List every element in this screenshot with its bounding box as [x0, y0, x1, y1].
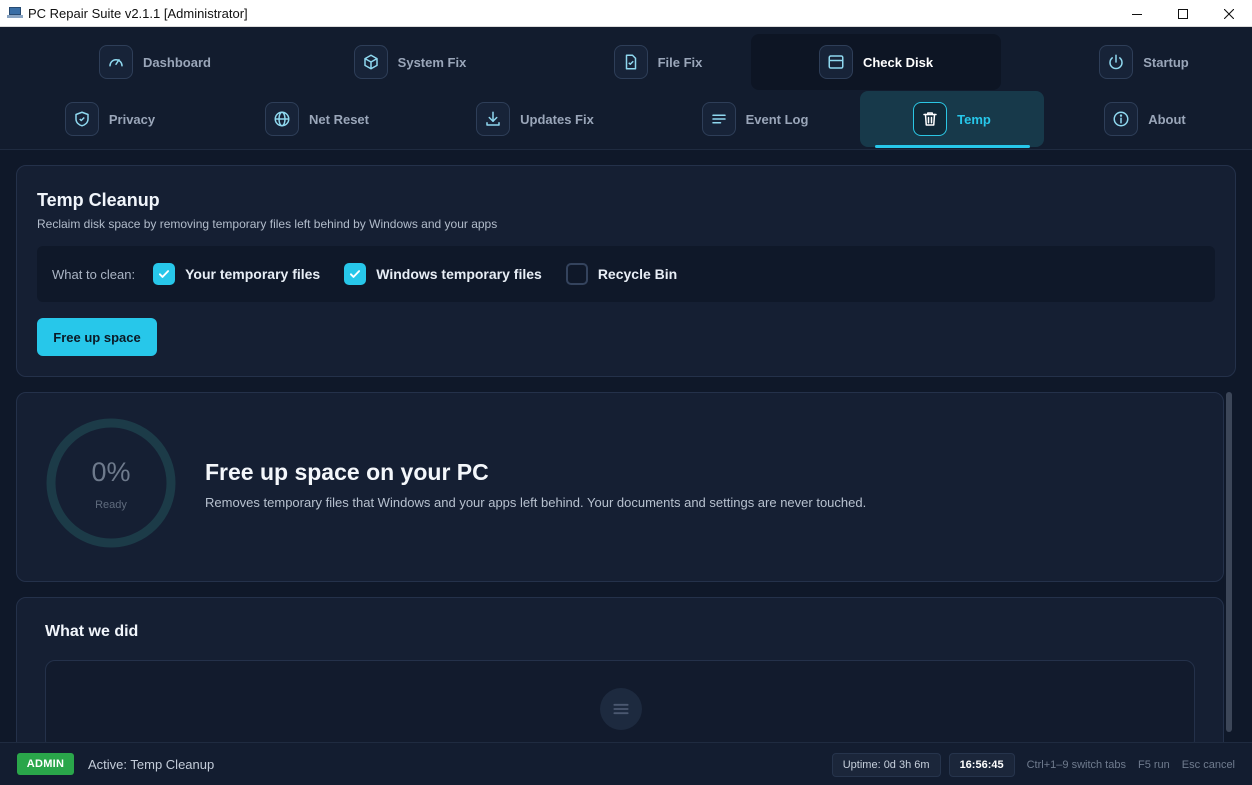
uptime-display: Uptime: 0d 3h 6m: [831, 752, 941, 777]
download-icon: [476, 102, 511, 136]
tab-label: Startup: [1143, 54, 1189, 70]
tab-label: Updates Fix: [520, 111, 594, 127]
tab-net-reset[interactable]: Net Reset: [252, 91, 382, 147]
info-icon: [1104, 102, 1139, 136]
cube-icon: [353, 45, 388, 79]
active-section: Active: Temp Cleanup: [88, 756, 215, 772]
file-check-icon: [613, 45, 648, 79]
checkbox-windows-temp-files[interactable]: Windows temporary files: [344, 263, 542, 285]
minimize-button[interactable]: [1114, 0, 1160, 27]
checkbox-label: Recycle Bin: [597, 266, 678, 282]
progress-ring: 0% Ready: [45, 417, 177, 549]
tab-label: Check Disk: [862, 54, 934, 70]
tab-label: Event Log: [745, 111, 809, 127]
maximize-button[interactable]: [1160, 0, 1206, 27]
tab-label: Dashboard: [143, 54, 211, 70]
cleanup-card: Temp Cleanup Reclaim disk space by remov…: [16, 165, 1236, 377]
checkbox-box[interactable]: [565, 263, 588, 285]
tab-updates-fix[interactable]: Updates Fix: [465, 91, 605, 147]
status-bar: ADMIN Active: Temp Cleanup Uptime: 0d 3h…: [0, 742, 1252, 785]
tab-bar: Dashboard System Fix File Fix Check Disk…: [0, 27, 1252, 150]
active-tab-indicator: [875, 145, 1030, 148]
checkbox-your-temp-files[interactable]: Your temporary files: [153, 263, 320, 285]
page-subtitle: Reclaim disk space by removing temporary…: [37, 217, 498, 231]
tab-event-log[interactable]: Event Log: [690, 91, 820, 147]
globe-icon: [265, 102, 300, 136]
scrollbar[interactable]: [1226, 392, 1232, 732]
shortcut-hint: F5 run: [1137, 758, 1170, 771]
tab-check-disk[interactable]: Check Disk: [751, 34, 1001, 90]
options-label: What to clean:: [52, 266, 136, 282]
tab-about[interactable]: About: [1090, 91, 1200, 147]
progress-status: Ready: [95, 499, 127, 511]
tab-system-fix[interactable]: System Fix: [325, 34, 495, 90]
window-title: PC Repair Suite v2.1.1 [Administrator]: [28, 5, 248, 21]
main-content: Temp Cleanup Reclaim disk space by remov…: [0, 150, 1252, 757]
tab-label: Net Reset: [309, 111, 369, 127]
hero-title: Free up space on your PC: [205, 459, 489, 485]
maximize-icon: [1178, 8, 1188, 19]
tab-startup[interactable]: Startup: [1064, 34, 1224, 90]
trash-icon: [913, 102, 948, 136]
shield-icon: [64, 102, 99, 136]
empty-list-icon: [600, 688, 642, 730]
close-button[interactable]: [1206, 0, 1252, 27]
tab-label: File Fix: [657, 54, 703, 70]
hero-description: Removes temporary files that Windows and…: [205, 495, 867, 510]
admin-badge: ADMIN: [17, 753, 74, 775]
list-icon: [701, 102, 736, 136]
progress-percent: 0%: [91, 457, 131, 487]
title-bar: PC Repair Suite v2.1.1 [Administrator]: [0, 0, 1252, 27]
page-title: Temp Cleanup: [37, 190, 160, 210]
tab-label: Privacy: [108, 111, 156, 127]
checkbox-label: Windows temporary files: [376, 266, 542, 282]
tab-privacy[interactable]: Privacy: [55, 91, 165, 147]
log-list: [45, 660, 1195, 750]
clean-options: What to clean: Your temporary files Wind…: [37, 246, 1215, 302]
tab-label: Temp: [957, 111, 991, 127]
gauge-icon: [99, 45, 134, 79]
shortcut-hint: Esc cancel: [1181, 758, 1235, 771]
power-icon: [1099, 45, 1134, 79]
close-icon: [1224, 8, 1234, 19]
tab-label: About: [1148, 111, 1186, 127]
shortcut-hint: Ctrl+1–9 switch tabs: [1026, 758, 1126, 771]
tab-label: System Fix: [397, 54, 467, 70]
log-card: What we did: [16, 597, 1224, 757]
checkbox-recycle-bin[interactable]: Recycle Bin: [565, 263, 678, 285]
clock-display: 16:56:45: [948, 752, 1015, 777]
log-title: What we did: [45, 623, 139, 640]
tab-file-fix[interactable]: File Fix: [578, 34, 738, 90]
checkmark-icon[interactable]: [153, 263, 176, 285]
checkmark-icon[interactable]: [344, 263, 367, 285]
tab-temp[interactable]: Temp: [860, 91, 1044, 147]
checkbox-label: Your temporary files: [185, 266, 321, 282]
free-up-space-button[interactable]: Free up space: [37, 318, 157, 356]
minimize-icon: [1132, 13, 1142, 15]
progress-card: 0% Ready Free up space on your PC Remove…: [16, 392, 1224, 582]
tab-dashboard[interactable]: Dashboard: [70, 34, 240, 90]
monitor-app-icon: [7, 7, 23, 19]
disk-icon: [818, 45, 853, 79]
